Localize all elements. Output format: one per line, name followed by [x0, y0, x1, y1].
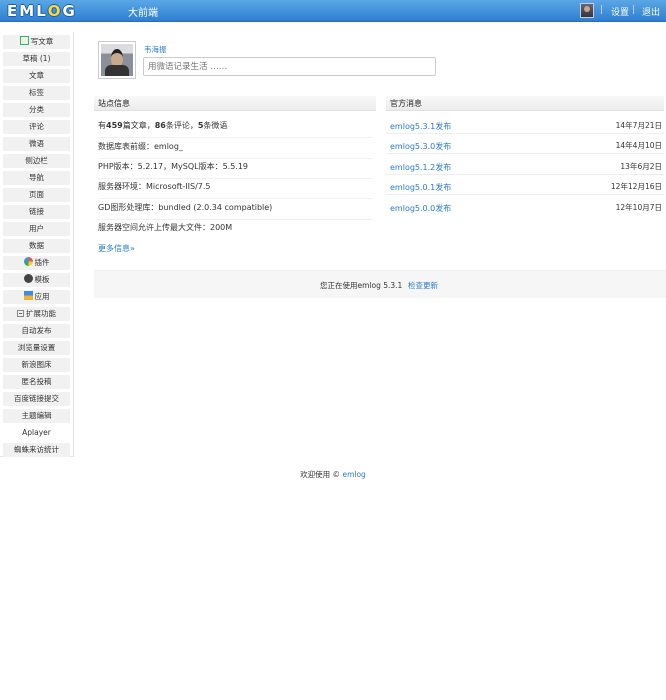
version-text: 您正在使用emlog 5.3.1 [320, 281, 403, 290]
logo-letter: E [7, 2, 18, 20]
news-date: 12年10月7日 [615, 203, 662, 212]
sidebar-item-aplayer[interactable]: Aplayer [3, 426, 70, 440]
sidebar-item-drafts[interactable]: 草稿 (1) [3, 52, 70, 66]
sidebar-item-tags[interactable]: 标签 [3, 86, 70, 100]
check-update-link[interactable]: 检查更新 [408, 280, 438, 291]
app-icon [23, 291, 33, 300]
more-info-link[interactable]: 更多信息» [98, 243, 135, 254]
sidebar-item-label: 插件 [34, 258, 50, 267]
logo-letter: M [19, 2, 35, 20]
sidebar-item-label: 应用 [34, 292, 50, 301]
news-link[interactable]: emlog5.0.1发布 [390, 182, 451, 193]
article-count: 459 [106, 121, 123, 130]
news-link[interactable]: emlog5.0.0发布 [390, 203, 451, 214]
news-link[interactable]: emlog5.3.0发布 [390, 141, 451, 152]
sidebar-item-links[interactable]: 链接 [3, 205, 70, 219]
sidebar-item-anonymous-post[interactable]: 匿名投稿 [3, 375, 70, 389]
logout-link[interactable]: 退出 [642, 5, 660, 18]
logo-letter: O [47, 2, 61, 20]
sidebar-item-pageviews[interactable]: 浏览量设置 [3, 341, 70, 355]
article-label: 篇文章， [122, 121, 155, 130]
news-link[interactable]: emlog5.3.1发布 [390, 121, 451, 132]
pencil-icon [19, 36, 29, 45]
sidebar-item-label: 扩展功能 [26, 309, 56, 318]
sidebar-nav: 写文章 草稿 (1) 文章 标签 分类 评论 微语 侧边栏 导航 页面 链接 用… [0, 32, 74, 457]
sidebar-item-widgets[interactable]: 侧边栏 [3, 154, 70, 168]
username-link[interactable]: 韦海振 [144, 44, 167, 55]
separator: | [600, 5, 604, 15]
comment-count: 86 [154, 121, 166, 130]
upload-limit-row: 服务器空间允许上传最大文件：200M [98, 223, 233, 232]
sidebar-item-data[interactable]: 数据 [3, 239, 70, 253]
sidebar-item-label: 模板 [34, 275, 50, 284]
news-date: 14年4月10日 [615, 141, 662, 150]
gd-library-row: GD图形处理库：bundled (2.0.34 compatible) [98, 202, 372, 220]
stats-row: 有459篇文章，86条评论，5条微语 [98, 120, 372, 138]
top-header: E M L O G 大前端 | 设置 | 退出 [0, 0, 666, 22]
news-date: 13年6月2日 [620, 162, 662, 171]
logo-letter: G [62, 2, 75, 20]
news-date: 14年7月21日 [615, 121, 662, 130]
site-info-title: 站点信息 [94, 96, 376, 111]
sidebar-item-baidu-submit[interactable]: 百度链接提交 [3, 392, 70, 406]
sidebar-item-users[interactable]: 用户 [3, 222, 70, 236]
page-footer: 欢迎使用 © emlog [0, 469, 666, 480]
weibo-label: 条微语 [203, 121, 228, 130]
sidebar-item-categories[interactable]: 分类 [3, 103, 70, 117]
version-bar: 您正在使用emlog 5.3.1 检查更新 [94, 270, 666, 298]
php-version-row: PHP版本：5.2.17，MySQL版本：5.5.19 [98, 161, 372, 179]
news-date: 12年12月16日 [610, 182, 662, 191]
divider [386, 153, 664, 154]
divider [386, 174, 664, 175]
weibo-input[interactable] [143, 57, 436, 76]
avatar-image [101, 44, 133, 76]
news-link[interactable]: emlog5.1.2发布 [390, 162, 451, 173]
sidebar-item-comments[interactable]: 评论 [3, 120, 70, 134]
server-env-row: 服务器环境：Microsoft-IIS/7.5 [98, 181, 372, 199]
sidebar-item-label: 写文章 [30, 37, 54, 46]
plugin-icon [23, 257, 33, 266]
gear-icon [23, 274, 33, 283]
divider [386, 133, 664, 134]
official-news-title: 官方消息 [386, 96, 664, 111]
db-prefix-row: 数据库表前缀：emlog_ [98, 141, 372, 159]
sidebar-item-templates[interactable]: 模板 [3, 273, 70, 287]
sidebar-item-navigation[interactable]: 导航 [3, 171, 70, 185]
separator: | [632, 5, 636, 15]
settings-link[interactable]: 设置 [611, 5, 629, 18]
sidebar-item-spider-stats[interactable]: 蜘蛛来访统计 [3, 443, 70, 457]
divider [386, 194, 664, 195]
sidebar-item-sina-image[interactable]: 新浪图床 [3, 358, 70, 372]
footer-text: 欢迎使用 © [300, 470, 343, 479]
sidebar-item-auto-publish[interactable]: 自动发布 [3, 324, 70, 338]
sidebar-item-apps[interactable]: 应用 [3, 290, 70, 304]
site-home-link[interactable]: 大前端 [128, 4, 158, 19]
emlog-logo[interactable]: E M L O G [6, 2, 76, 20]
user-avatar[interactable] [580, 3, 594, 18]
sidebar-item-weibo[interactable]: 微语 [3, 137, 70, 151]
sidebar-item-theme-editor[interactable]: 主题编辑 [3, 409, 70, 423]
sidebar-item-articles[interactable]: 文章 [3, 69, 70, 83]
footer-emlog-link[interactable]: emlog [342, 470, 365, 479]
sidebar-item-pages[interactable]: 页面 [3, 188, 70, 202]
profile-avatar[interactable] [98, 41, 136, 79]
stats-prefix: 有 [98, 121, 106, 130]
sidebar-item-write[interactable]: 写文章 [3, 35, 70, 49]
sidebar-item-plugins[interactable]: 插件 [3, 256, 70, 270]
collapse-icon [17, 310, 24, 317]
comment-label: 条评论， [165, 121, 198, 130]
logo-letter: L [36, 2, 46, 20]
sidebar-item-extensions[interactable]: 扩展功能 [3, 307, 70, 321]
